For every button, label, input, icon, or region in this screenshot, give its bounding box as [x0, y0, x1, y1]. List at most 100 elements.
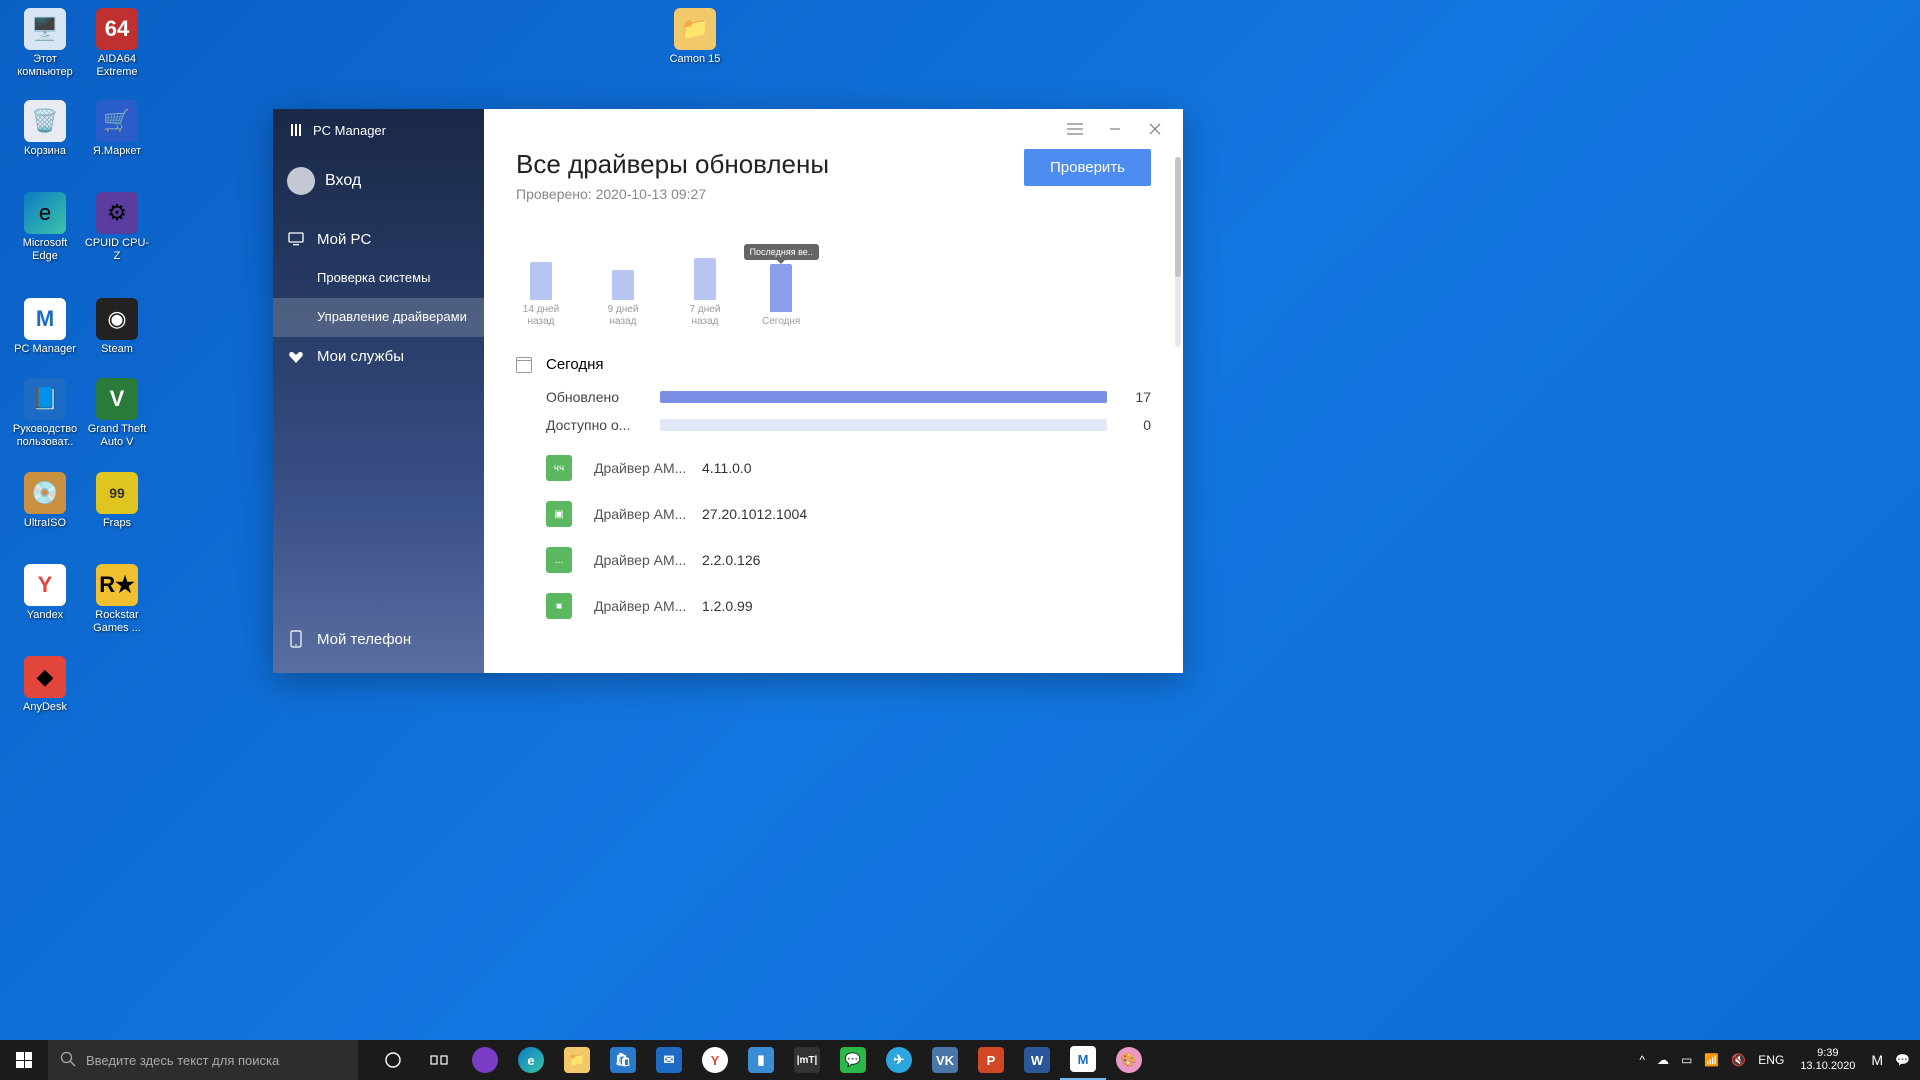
driver-list: чч Драйвер AM... 4.11.0.0 ▣ Драйвер AM..…	[516, 445, 1151, 629]
heart-icon	[287, 348, 305, 366]
nav-my-pc[interactable]: Мой PC	[273, 219, 484, 259]
desktop-icon-rockstar[interactable]: R★Rockstar Games ...	[82, 564, 152, 635]
app-logo-icon	[287, 121, 305, 139]
tray-language[interactable]: ENG	[1752, 1053, 1790, 1067]
driver-type-icon: чч	[546, 455, 572, 481]
minimize-icon	[1109, 123, 1121, 135]
taskbar-explorer[interactable]: 📁	[554, 1040, 600, 1080]
page-title: Все драйверы обновлены	[516, 149, 829, 180]
tray-onedrive-icon[interactable]: ☁	[1651, 1053, 1675, 1067]
taskbar: Введите здесь текст для поиска e 📁 🛍 ✉ Y…	[0, 1040, 1920, 1080]
desktop-icon-this-pc[interactable]: 🖥️Этот компьютер	[10, 8, 80, 79]
sidebar-header: PC Manager	[273, 109, 484, 151]
calendar-icon	[516, 357, 532, 373]
tray-chevron-icon[interactable]: ^	[1633, 1053, 1651, 1067]
tray-clock[interactable]: 9:39 13.10.2020	[1790, 1047, 1865, 1073]
desktop-icon-edge[interactable]: eMicrosoft Edge	[10, 192, 80, 263]
taskbar-yandex-alice[interactable]	[462, 1040, 508, 1080]
tray-pcmanager-icon[interactable]: M	[1865, 1052, 1889, 1068]
taskbar-mail[interactable]: ✉	[646, 1040, 692, 1080]
login-label: Вход	[325, 172, 361, 190]
scrollbar-thumb[interactable]	[1175, 157, 1181, 277]
taskbar-vk[interactable]: VK	[922, 1040, 968, 1080]
close-icon	[1149, 123, 1161, 135]
chart-bar-3[interactable]: Последняя ве.. Сегодня	[762, 264, 800, 328]
sidebar-nav: Мой PC Проверка системы Управление драйв…	[273, 219, 484, 605]
update-history-chart: 14 дней назад 9 дней назад 7 дней назад …	[516, 238, 1151, 328]
titlebar	[484, 109, 1183, 149]
desktop-icon-fraps[interactable]: 99Fraps	[82, 472, 152, 530]
stat-updated: Обновлено 17	[516, 389, 1151, 405]
tray-battery-icon[interactable]: ▭	[1675, 1053, 1698, 1067]
start-button[interactable]	[0, 1040, 48, 1080]
taskbar-word[interactable]: W	[1014, 1040, 1060, 1080]
taskbar-pinned: e 📁 🛍 ✉ Y ▮ |mT| 💬 ✈ VK P W M 🎨	[370, 1040, 1152, 1080]
desktop-icon-manual[interactable]: 📘Руководство пользоват..	[10, 378, 80, 449]
tray-wifi-icon[interactable]: 📶	[1698, 1053, 1725, 1067]
sidebar: PC Manager Вход Мой PC Проверка системы …	[273, 109, 484, 673]
taskbar-taskview[interactable]	[416, 1040, 462, 1080]
driver-type-icon: ■	[546, 593, 572, 619]
search-placeholder: Введите здесь текст для поиска	[86, 1053, 279, 1068]
nav-system-check[interactable]: Проверка системы	[273, 259, 484, 298]
avatar-icon	[287, 167, 315, 195]
taskbar-telegram[interactable]: ✈	[876, 1040, 922, 1080]
chart-bar-0[interactable]: 14 дней назад	[516, 262, 566, 328]
driver-type-icon: ▣	[546, 501, 572, 527]
desktop-icon-recycle-bin[interactable]: 🗑️Корзина	[10, 100, 80, 158]
taskbar-mt[interactable]: |mT|	[784, 1040, 830, 1080]
minimize-button[interactable]	[1095, 111, 1135, 147]
check-button[interactable]: Проверить	[1024, 149, 1151, 186]
desktop-icon-anydesk[interactable]: ◆AnyDesk	[10, 656, 80, 714]
driver-type-icon: ...	[546, 547, 572, 573]
tray-notifications-icon[interactable]: 💬	[1889, 1053, 1916, 1067]
taskbar-pc-manager-active[interactable]: M	[1060, 1040, 1106, 1080]
desktop-icon-gtav[interactable]: VGrand Theft Auto V	[82, 378, 152, 449]
pc-manager-window: PC Manager Вход Мой PC Проверка системы …	[273, 109, 1183, 673]
sidebar-user[interactable]: Вход	[273, 151, 484, 219]
nav-my-phone[interactable]: Мой телефон	[287, 619, 470, 659]
menu-button[interactable]	[1055, 111, 1095, 147]
app-title: PC Manager	[313, 123, 386, 138]
phone-icon	[287, 630, 305, 648]
taskbar-store[interactable]: 🛍	[600, 1040, 646, 1080]
taskbar-search[interactable]: Введите здесь текст для поиска	[48, 1040, 358, 1080]
scrollbar[interactable]	[1175, 157, 1181, 347]
taskbar-yandex-browser[interactable]: Y	[692, 1040, 738, 1080]
content-area: Все драйверы обновлены Проверено: 2020-1…	[484, 149, 1183, 673]
date-header: Сегодня	[516, 356, 1151, 373]
desktop-icon-cpuz[interactable]: ⚙CPUID CPU-Z	[82, 192, 152, 263]
taskbar-whatsapp[interactable]: 💬	[830, 1040, 876, 1080]
driver-row[interactable]: ■ Драйвер AM... 1.2.0.99	[516, 583, 1151, 629]
main-content: Все драйверы обновлены Проверено: 2020-1…	[484, 109, 1183, 673]
stat-bar-available	[660, 419, 1107, 431]
chart-bar-1[interactable]: 9 дней назад	[598, 270, 648, 328]
desktop-icon-yandex[interactable]: YYandex	[10, 564, 80, 622]
chart-bar-2[interactable]: 7 дней назад	[680, 258, 730, 328]
nav-driver-mgmt[interactable]: Управление драйверами	[273, 298, 484, 337]
search-icon	[60, 1051, 76, 1070]
driver-row[interactable]: ... Драйвер AM... 2.2.0.126	[516, 537, 1151, 583]
desktop-icon-aida64[interactable]: 64AIDA64 Extreme	[82, 8, 152, 79]
stat-available: Доступно о... 0	[516, 417, 1151, 433]
desktop-icon-steam[interactable]: ◉Steam	[82, 298, 152, 356]
tray-volume-icon[interactable]: 🔇	[1725, 1053, 1752, 1067]
driver-row[interactable]: чч Драйвер AM... 4.11.0.0	[516, 445, 1151, 491]
desktop-icon-ultraiso[interactable]: 💿UltraISO	[10, 472, 80, 530]
stat-bar-updated	[660, 391, 1107, 403]
desktop-icon-yamarket[interactable]: 🛒Я.Маркет	[82, 100, 152, 158]
desktop-folder-camon15[interactable]: 📁Camon 15	[660, 8, 730, 66]
chart-tooltip: Последняя ве..	[744, 244, 819, 260]
windows-icon	[16, 1052, 32, 1068]
system-tray: ^ ☁ ▭ 📶 🔇 ENG 9:39 13.10.2020 M 💬	[1633, 1047, 1920, 1073]
nav-my-services[interactable]: Мои службы	[273, 337, 484, 377]
driver-row[interactable]: ▣ Драйвер AM... 27.20.1012.1004	[516, 491, 1151, 537]
taskbar-paint3d[interactable]: 🎨	[1106, 1040, 1152, 1080]
close-button[interactable]	[1135, 111, 1175, 147]
taskbar-cortana[interactable]	[370, 1040, 416, 1080]
taskbar-edge[interactable]: e	[508, 1040, 554, 1080]
taskbar-app1[interactable]: ▮	[738, 1040, 784, 1080]
taskbar-powerpoint[interactable]: P	[968, 1040, 1014, 1080]
desktop-icon-pc-manager[interactable]: MPC Manager	[10, 298, 80, 356]
page-subtitle: Проверено: 2020-10-13 09:27	[516, 186, 829, 202]
